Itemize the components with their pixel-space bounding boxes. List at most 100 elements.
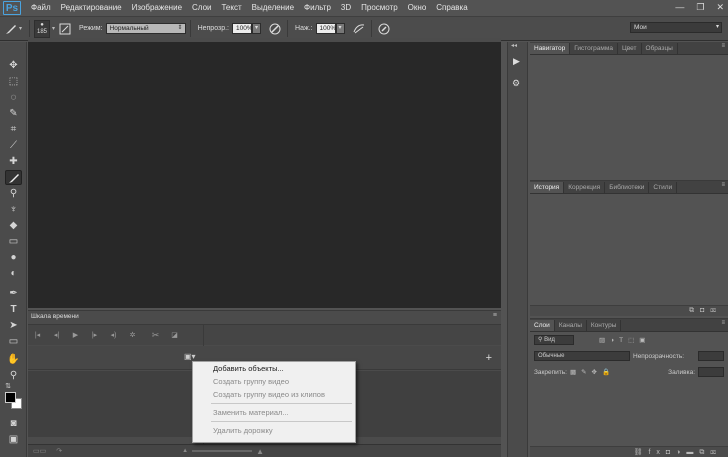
menu-window[interactable]: Окно bbox=[403, 0, 432, 16]
audio-icon[interactable]: ◂) bbox=[104, 331, 123, 339]
transition-icon[interactable]: ◪ bbox=[165, 331, 184, 339]
new-document-from-state-icon[interactable]: ⧉ bbox=[689, 307, 700, 314]
panel-menu-icon[interactable]: ≡ bbox=[493, 312, 497, 319]
airbrush-icon[interactable] bbox=[351, 21, 367, 37]
flow-dropdown-icon[interactable]: ▾ bbox=[335, 23, 345, 34]
lock-position-icon[interactable]: ✥ bbox=[592, 369, 602, 376]
foreground-color-swatch[interactable] bbox=[5, 392, 16, 403]
layer-kind-select[interactable]: ⚲ Вид bbox=[534, 335, 574, 345]
menu-file[interactable]: Файл bbox=[26, 0, 56, 16]
healing-brush-tool-icon[interactable]: ✚ bbox=[5, 154, 22, 169]
lock-transparent-icon[interactable]: ▩ bbox=[570, 369, 581, 376]
zoom-in-icon[interactable]: ▲ bbox=[256, 447, 264, 456]
quick-select-tool-icon[interactable]: ✎ bbox=[5, 106, 22, 121]
adjustment-layer-icon[interactable]: ◑ bbox=[676, 449, 686, 456]
workspace-select[interactable]: Мои ▾ bbox=[630, 22, 722, 33]
opacity-input[interactable]: 100% bbox=[232, 23, 253, 34]
tab-histogram[interactable]: Гистограмма bbox=[570, 43, 618, 54]
properties-icon[interactable]: ⚙ bbox=[512, 78, 520, 89]
fx-icon[interactable]: fx bbox=[648, 449, 665, 456]
hand-tool-icon[interactable]: ✋ bbox=[5, 352, 22, 367]
next-frame-icon[interactable]: |▸ bbox=[85, 331, 104, 339]
trash-icon[interactable]: ⌧ bbox=[710, 307, 722, 314]
brush-preset-icon[interactable] bbox=[3, 21, 19, 37]
tab-paths[interactable]: Контуры bbox=[587, 320, 622, 331]
tab-color[interactable]: Цвет bbox=[618, 43, 642, 54]
pressure-opacity-icon[interactable] bbox=[267, 21, 283, 37]
move-tool-icon[interactable]: ✥ bbox=[5, 58, 22, 73]
film-strip-icon[interactable]: ▣▾ bbox=[184, 352, 196, 361]
filter-shape-icon[interactable]: ⬚ bbox=[628, 337, 639, 344]
group-folder-icon[interactable]: ▬ bbox=[686, 449, 699, 456]
type-tool-icon[interactable]: T bbox=[5, 302, 22, 317]
panel-menu-icon[interactable]: ≡ bbox=[721, 320, 725, 326]
canvas-area[interactable] bbox=[28, 42, 501, 308]
restore-icon[interactable]: ❐ bbox=[696, 2, 704, 13]
menu-help[interactable]: Справка bbox=[431, 0, 472, 16]
filter-smart-object-icon[interactable]: ▣ bbox=[639, 337, 650, 344]
chevron-down-icon[interactable]: ▾ bbox=[52, 25, 55, 32]
convert-frame-icon[interactable]: ▭▭ bbox=[33, 447, 46, 455]
lock-image-icon[interactable]: ✎ bbox=[581, 369, 591, 376]
minimize-icon[interactable]: — bbox=[675, 2, 684, 13]
menu-filter[interactable]: Фильтр bbox=[299, 0, 336, 16]
new-layer-icon[interactable]: ⧉ bbox=[699, 449, 710, 456]
menu-view[interactable]: Просмотр bbox=[356, 0, 403, 16]
zoom-out-icon[interactable]: ▲ bbox=[182, 448, 188, 454]
menu-edit[interactable]: Редактирование bbox=[56, 0, 127, 16]
add-track-icon[interactable]: + bbox=[486, 352, 492, 364]
filter-adjustment-icon[interactable]: ◑ bbox=[610, 337, 619, 344]
menu-3d[interactable]: 3D bbox=[336, 0, 356, 16]
layer-blend-select[interactable]: Обычные bbox=[534, 351, 630, 361]
screen-mode-icon[interactable]: ▣ bbox=[5, 432, 22, 447]
blend-mode-select[interactable]: Нормальный ⇕ bbox=[105, 23, 186, 34]
collapse-arrows-icon[interactable]: ◂◂ bbox=[511, 42, 517, 49]
mask-icon[interactable]: ◘ bbox=[666, 449, 676, 456]
tab-styles[interactable]: Стили bbox=[649, 182, 678, 193]
path-selection-tool-icon[interactable]: ➤ bbox=[5, 318, 22, 333]
brush-panel-icon[interactable] bbox=[57, 21, 73, 37]
previous-frame-icon[interactable]: ◂| bbox=[47, 331, 66, 339]
pen-tool-icon[interactable]: ✒ bbox=[5, 286, 22, 301]
zoom-slider[interactable] bbox=[192, 450, 253, 452]
chevron-down-icon[interactable]: ▾ bbox=[19, 25, 22, 32]
opacity-dropdown-icon[interactable]: ▾ bbox=[252, 23, 262, 34]
replace-footage-menu-item[interactable]: Заменить материал... bbox=[193, 406, 355, 419]
lock-all-icon[interactable]: 🔒 bbox=[602, 369, 615, 376]
delete-track-menu-item[interactable]: Удалить дорожку bbox=[193, 424, 355, 437]
play-actions-icon[interactable]: ▶ bbox=[513, 56, 520, 67]
render-video-icon[interactable]: ↷ bbox=[56, 447, 62, 455]
gradient-tool-icon[interactable]: ▭ bbox=[5, 234, 22, 249]
close-icon[interactable]: ✕ bbox=[716, 2, 724, 13]
layer-opacity-input[interactable] bbox=[698, 351, 724, 361]
new-video-group-from-clips-menu-item[interactable]: Создать группу видео из клипов bbox=[193, 388, 355, 401]
menu-type[interactable]: Текст bbox=[216, 0, 246, 16]
swap-colors-icon[interactable]: ⇅ bbox=[4, 378, 12, 393]
settings-icon[interactable]: ✲ bbox=[123, 331, 142, 339]
shape-tool-icon[interactable]: ▭ bbox=[5, 334, 22, 349]
panel-menu-icon[interactable]: ≡ bbox=[721, 182, 725, 188]
tab-swatches[interactable]: Образцы bbox=[642, 43, 678, 54]
eyedropper-tool-icon[interactable]: ⟋ bbox=[5, 138, 22, 153]
menu-select[interactable]: Выделение bbox=[247, 0, 299, 16]
menu-layers[interactable]: Слои bbox=[187, 0, 216, 16]
timeline-tab[interactable]: Шкала времени bbox=[31, 313, 79, 322]
clone-stamp-tool-icon[interactable]: ⚲ bbox=[5, 186, 22, 201]
quick-mask-icon[interactable]: ◙ bbox=[5, 416, 22, 431]
tab-channels[interactable]: Каналы bbox=[555, 320, 587, 331]
filter-pixel-icon[interactable]: ▨ bbox=[599, 337, 610, 344]
filter-type-icon[interactable]: T bbox=[619, 337, 628, 344]
lasso-tool-icon[interactable]: ◌ bbox=[5, 90, 22, 105]
tab-layers[interactable]: Слои bbox=[530, 320, 555, 331]
eraser-tool-icon[interactable]: ◆ bbox=[5, 218, 22, 233]
pressure-size-icon[interactable] bbox=[376, 21, 392, 37]
link-icon[interactable]: ⛓ bbox=[634, 449, 649, 456]
dodge-tool-icon[interactable]: ◐ bbox=[5, 266, 22, 281]
history-brush-tool-icon[interactable]: ♆ bbox=[5, 202, 22, 217]
flow-input[interactable]: 100% bbox=[315, 23, 336, 34]
split-scissors-icon[interactable]: ✂ bbox=[146, 330, 165, 341]
tab-history[interactable]: История bbox=[530, 182, 565, 193]
marquee-tool-icon[interactable]: ⬚ bbox=[5, 74, 22, 89]
trash-icon[interactable]: ⌧ bbox=[710, 449, 722, 456]
go-to-first-frame-icon[interactable]: |◂ bbox=[28, 331, 47, 339]
